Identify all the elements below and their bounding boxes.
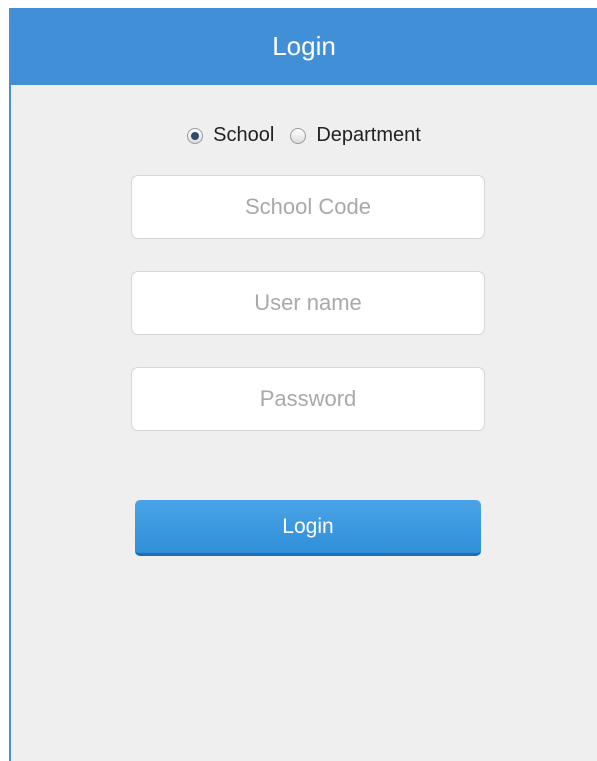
header-bar: Login <box>11 8 597 85</box>
radio-department[interactable]: Department <box>290 124 421 147</box>
radio-department-indicator[interactable] <box>290 127 307 144</box>
username-input[interactable] <box>132 271 484 335</box>
login-button-label: Login <box>282 514 334 538</box>
password-field <box>131 367 485 431</box>
username-field <box>131 271 485 335</box>
page-title: Login <box>272 31 336 61</box>
login-type-radio-group: School Department <box>11 124 597 147</box>
login-panel: Login School Department Login <box>9 8 597 761</box>
school-code-field <box>131 175 485 239</box>
password-input[interactable] <box>132 367 484 431</box>
radio-school-indicator[interactable] <box>187 127 204 144</box>
school-code-input[interactable] <box>132 175 484 239</box>
login-button[interactable]: Login <box>135 500 481 556</box>
radio-department-label: Department <box>316 124 421 146</box>
radio-school-label: School <box>213 124 275 146</box>
radio-school[interactable]: School <box>187 124 274 147</box>
